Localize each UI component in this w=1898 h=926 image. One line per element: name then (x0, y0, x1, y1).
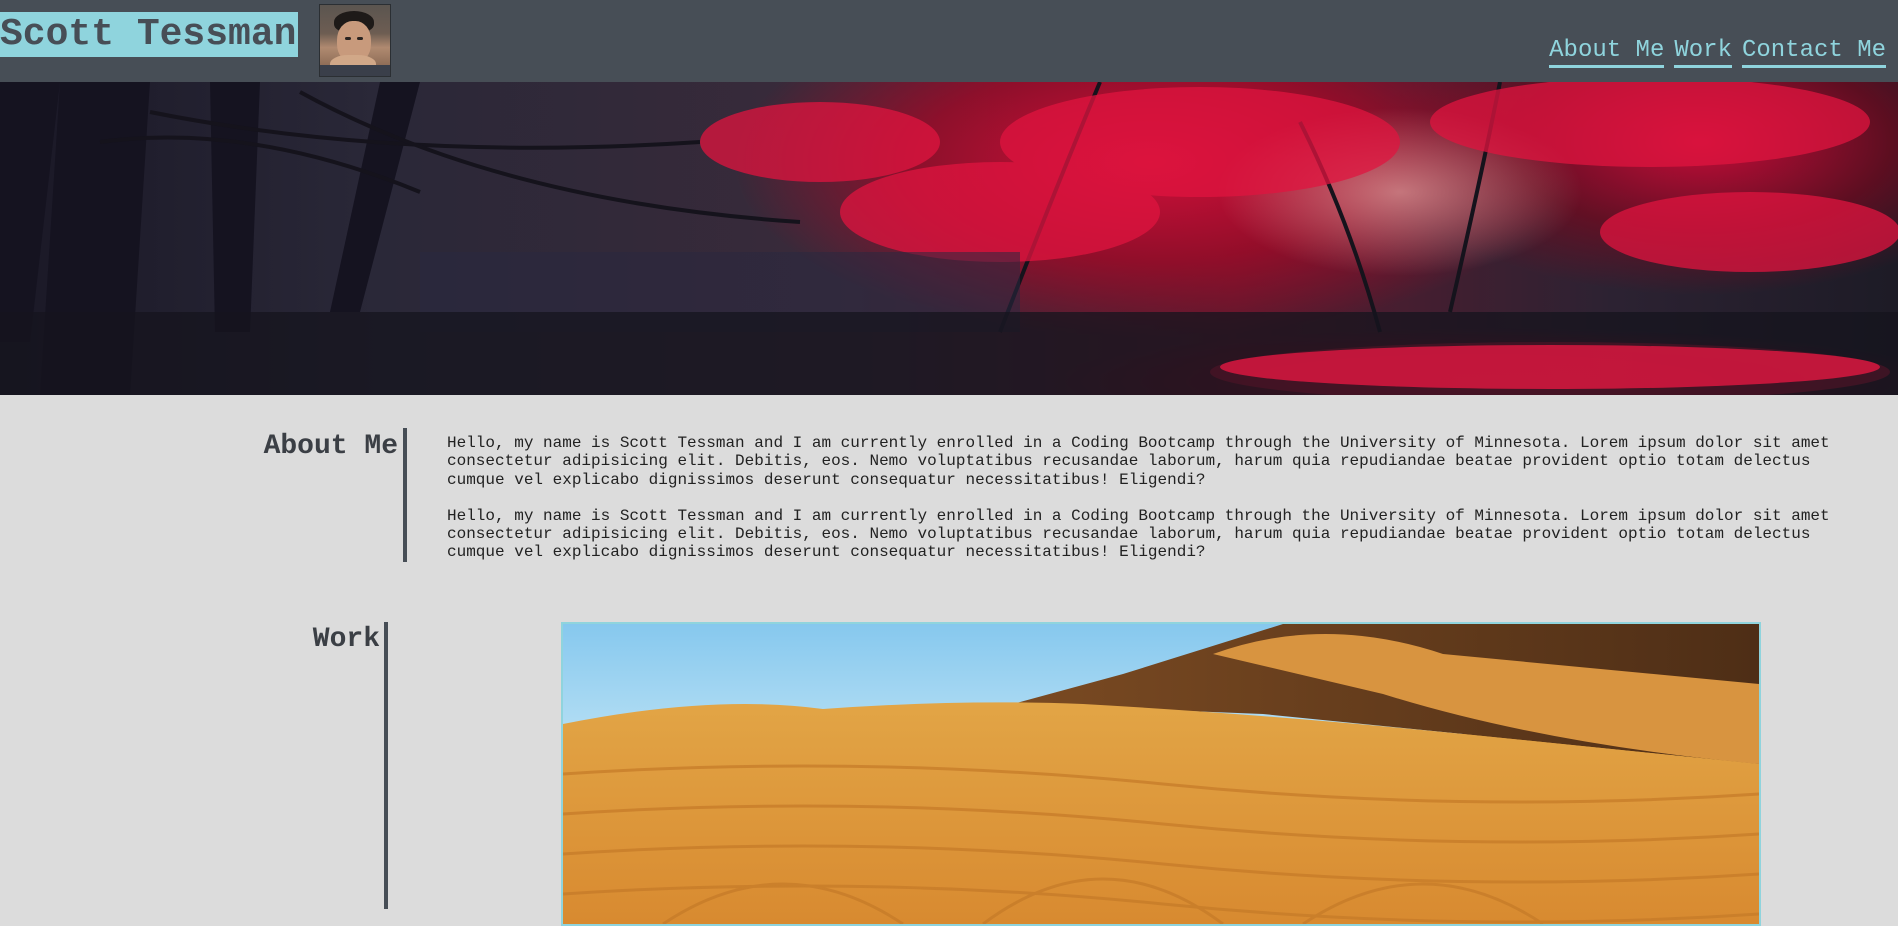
site-header: Scott Tessman About Me Work Contact Me (0, 0, 1898, 82)
nav-link-work[interactable]: Work (1674, 37, 1732, 68)
nav-link-about-me[interactable]: About Me (1549, 37, 1665, 68)
about-text: Hello, my name is Scott Tessman and I am… (447, 434, 1847, 562)
about-paragraph: Hello, my name is Scott Tessman and I am… (447, 506, 1830, 562)
avatar (319, 4, 391, 77)
work-divider (384, 622, 388, 909)
nav-link-contact-me[interactable]: Contact Me (1741, 37, 1886, 68)
main-nav: About Me Work Contact Me (1549, 37, 1886, 68)
site-title: Scott Tessman (0, 12, 299, 57)
work-heading: Work (312, 624, 380, 655)
about-heading: About Me (263, 431, 398, 462)
hero-banner-image (0, 82, 1898, 395)
about-paragraph: Hello, my name is Scott Tessman and I am… (447, 434, 1830, 489)
about-divider (403, 428, 407, 562)
work-project-image[interactable] (561, 622, 1761, 926)
